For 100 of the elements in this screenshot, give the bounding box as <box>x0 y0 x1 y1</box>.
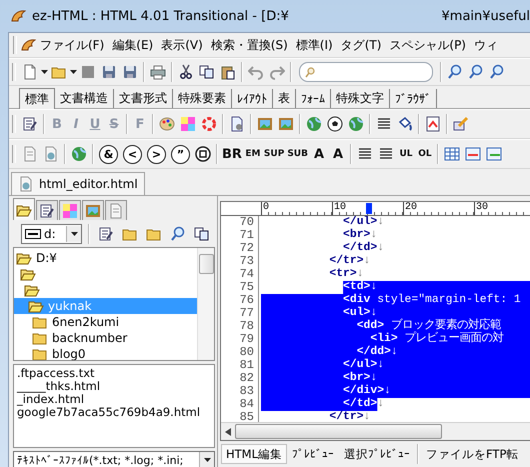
line-number: 72 <box>221 242 259 255</box>
view-tab[interactable]: ファイルをFTP転 <box>421 444 524 464</box>
new-document-icon <box>22 64 38 80</box>
file-list[interactable]: .ftpaccess.txt _____thks.html _index.html google7b7aca55c769b4a9.html <box>13 364 215 448</box>
tree-item[interactable]: backnumber <box>14 330 197 346</box>
menu-item[interactable]: タグ(T) <box>336 34 386 56</box>
scrollbar[interactable] <box>197 248 214 360</box>
code-text: <br> <box>343 229 370 242</box>
line-number: 75 <box>221 281 259 294</box>
code-text: </ul> <box>343 216 378 228</box>
menu-item[interactable]: ウィ <box>470 34 502 56</box>
code-text: <td> <box>343 281 370 294</box>
pencil-icon <box>453 116 469 132</box>
edit-document-icon <box>39 202 55 218</box>
drive-select[interactable]: d: <box>21 224 82 244</box>
line-number: 79 <box>221 333 259 346</box>
search-icon <box>489 64 505 80</box>
page-globe-icon <box>43 146 59 162</box>
soccer-ball-button[interactable] <box>325 114 345 134</box>
code-text: </tr> <box>329 255 364 268</box>
code-text: </td> <box>343 242 378 254</box>
entity-button[interactable]: & <box>99 144 118 164</box>
tree-item[interactable]: 6nen2kumi <box>14 314 197 330</box>
tag-button[interactable]: SUB <box>286 144 309 164</box>
tag-button[interactable]: SUP <box>262 144 286 164</box>
image-add-icon <box>278 116 294 132</box>
menu-item[interactable]: 標準(I) <box>292 34 337 56</box>
menu-item[interactable]: スペシャル(P) <box>385 34 470 56</box>
line-break-mark: ↓ <box>377 242 384 255</box>
tree-item[interactable]: D:¥ <box>14 250 197 266</box>
undo-icon <box>248 64 264 80</box>
scrollbar[interactable] <box>221 422 530 440</box>
redo-icon <box>269 64 285 80</box>
ruler: 0 10 20 30 <box>221 202 530 216</box>
globe-icon <box>306 116 322 132</box>
search-icon <box>170 226 186 242</box>
line-number: 83 <box>221 385 259 398</box>
code-text: <tr> <box>329 268 357 281</box>
menu-item[interactable]: ファイル(F) <box>36 34 108 56</box>
line-break-mark: ↓ <box>364 255 370 268</box>
file-type-select[interactable]: ﾃｷｽﾄﾍﾞｰｽﾌｧｲﾙ(*.txt; *.log; *.ini; <box>13 451 215 467</box>
line-number: 76 <box>221 294 259 307</box>
file-item[interactable]: google7b7aca55c769b4a9.html <box>17 406 211 419</box>
line-number: 71 <box>221 229 259 242</box>
page-icon <box>22 146 38 162</box>
cut-icon <box>178 64 194 80</box>
paint-bucket-icon <box>397 116 413 132</box>
search-field[interactable] <box>299 62 433 82</box>
line-break-mark: ↓ <box>370 307 378 320</box>
line-break-mark: ↓ <box>384 385 391 398</box>
save-icon <box>122 64 138 80</box>
list-button[interactable]: OL <box>416 144 434 164</box>
line-number: 82 <box>221 372 259 385</box>
entity-button[interactable]: ” <box>171 144 190 164</box>
list-button[interactable]: UL <box>396 144 415 164</box>
dropdown-icon <box>204 458 210 462</box>
document-gear-icon <box>229 116 245 132</box>
line-number: 77 <box>221 307 259 320</box>
dropdown-icon <box>70 232 78 236</box>
panel-tab[interactable] <box>13 198 35 220</box>
window-title: ez-HTML : HTML 4.01 Transitional - [D:¥ <box>32 8 289 24</box>
table-icon <box>444 146 460 162</box>
view-tab[interactable]: HTML編集 <box>221 444 288 464</box>
entity-button[interactable]: > <box>147 144 166 164</box>
document-tab[interactable]: html_editor.html <box>11 172 145 195</box>
line-number: 80 <box>221 346 259 359</box>
tag-button[interactable]: EM <box>244 144 262 164</box>
line-break-mark: ↓ <box>377 216 384 229</box>
line-number: 78 <box>221 320 259 333</box>
code-text: </td> <box>343 398 378 410</box>
copy-icon <box>199 64 215 80</box>
table-icon <box>464 146 481 162</box>
color-grid-icon <box>62 202 78 218</box>
code-editor[interactable] <box>220 201 530 441</box>
tag-button[interactable]: A <box>328 144 347 164</box>
square-circle-button[interactable] <box>193 144 213 164</box>
view-tab[interactable]: 選択ﾌﾟﾚﾋﾞｭｰ <box>339 444 416 464</box>
tag-button[interactable]: A <box>310 144 328 164</box>
file-item[interactable]: .ftpaccess.txt <box>17 367 211 380</box>
menu-item[interactable]: 編集(E) <box>108 34 158 56</box>
file-item[interactable]: _____thks.html <box>17 380 211 393</box>
caret-icon <box>41 70 48 74</box>
file-item[interactable]: _index.html <box>17 393 211 406</box>
menu-item[interactable]: 表示(V) <box>157 34 207 56</box>
view-tab[interactable]: ﾌﾟﾚﾋﾞｭｰ <box>287 444 340 464</box>
tag-button[interactable]: BR <box>221 144 243 164</box>
panel-tab[interactable] <box>36 200 58 220</box>
cursor-marker <box>366 203 372 214</box>
entity-button[interactable]: < <box>123 144 142 164</box>
tag-document-icon <box>425 116 441 132</box>
line-number: 73 <box>221 255 259 268</box>
image-icon <box>257 116 273 132</box>
line-break-mark: ↓ <box>364 411 370 422</box>
code-text: <li> プレビュー画面の対 <box>370 333 504 346</box>
search-icon <box>447 64 463 80</box>
palette-tab[interactable]: 標準 <box>19 88 55 109</box>
edit-document-icon <box>22 116 38 132</box>
image-icon <box>85 202 101 218</box>
menu-item[interactable]: 検索・置換(S) <box>206 34 292 56</box>
line-break-mark: ↓ <box>370 229 378 242</box>
